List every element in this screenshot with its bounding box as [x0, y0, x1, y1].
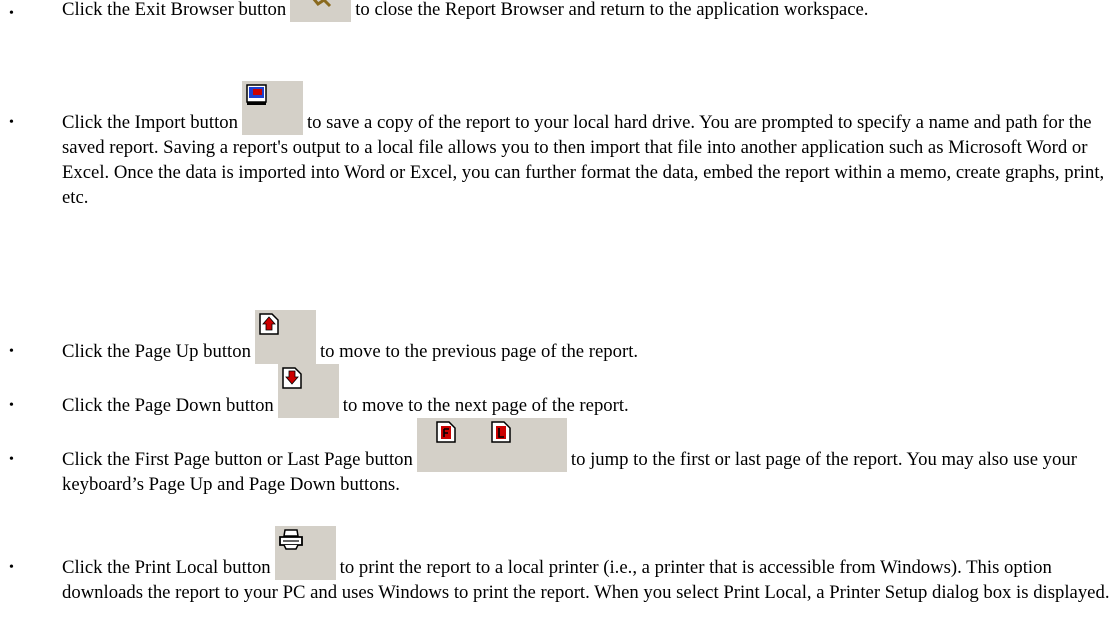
import-button[interactable] — [241, 81, 303, 135]
print-local-button[interactable] — [274, 526, 336, 580]
item-text-before: Click the Print Local button — [62, 557, 271, 578]
item-text-before: Click the Page Down button — [62, 395, 274, 416]
page-down-button[interactable] — [277, 364, 339, 418]
item-text-before: Click the Import button — [62, 112, 238, 133]
item-text-after: to close the Report Browser and return t… — [355, 0, 869, 20]
bullet: • — [9, 115, 14, 130]
print-local-icon — [278, 529, 303, 550]
page-up-icon — [259, 313, 279, 335]
bullet: • — [9, 452, 14, 467]
item-text-before: Click the Page Up button — [62, 341, 251, 362]
item-text-before: Click the Exit Browser button — [62, 0, 287, 20]
import-icon — [246, 84, 267, 105]
bullet: • — [9, 560, 14, 575]
page-up-button[interactable] — [254, 310, 316, 364]
bullet: • — [9, 344, 14, 359]
bullet: • — [9, 398, 14, 413]
last-page-icon[interactable] — [490, 420, 512, 444]
item-text-after: to move to the previous page of the repo… — [319, 341, 639, 362]
item-text-after: to move to the next page of the report. — [342, 395, 629, 416]
item-text-before: Click the First Page button or Last Page… — [62, 449, 413, 470]
page-down-icon — [282, 367, 302, 389]
exit-browser-button[interactable] — [290, 0, 352, 22]
first-last-page-buttons[interactable] — [416, 418, 567, 472]
bullet: • — [9, 6, 14, 21]
exit-browser-icon — [312, 0, 332, 8]
first-page-icon[interactable] — [435, 420, 457, 444]
